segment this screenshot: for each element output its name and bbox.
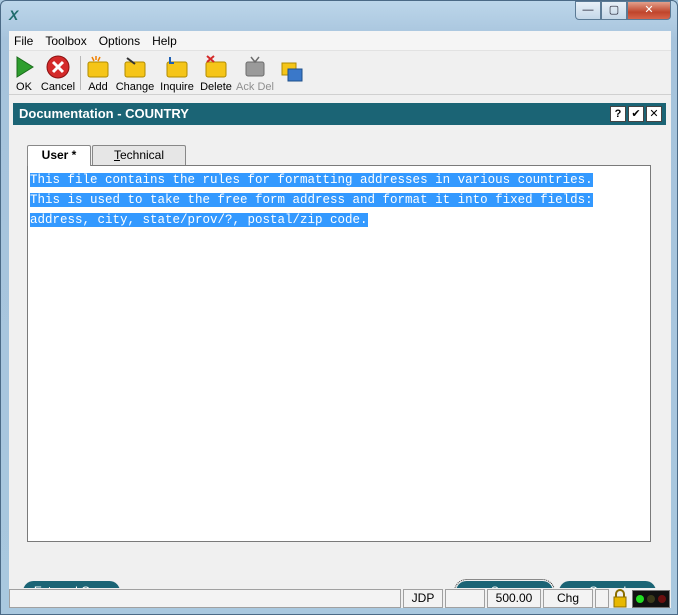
delete-button[interactable]: Delete (199, 52, 233, 95)
add-button[interactable]: Add (83, 52, 113, 95)
lock-icon (613, 589, 627, 608)
menu-options[interactable]: Options (93, 31, 146, 51)
change-label: Change (115, 81, 155, 93)
ok-button[interactable]: OK (9, 52, 39, 95)
delete-label: Delete (200, 81, 232, 93)
doc-line: This file contains the rules for formatt… (30, 170, 648, 190)
tv-disabled-icon (245, 56, 265, 77)
minimize-button[interactable]: — (575, 1, 601, 20)
doc-line-text: This file contains the rules for formatt… (30, 173, 593, 187)
inquire-label: Inquire (160, 81, 194, 93)
menu-help[interactable]: Help (146, 31, 183, 51)
folder-inquire-icon (166, 57, 188, 78)
check-icon[interactable]: ✔ (628, 106, 644, 122)
close-button[interactable]: ✕ (627, 1, 671, 20)
status-message (9, 589, 401, 608)
help-icon[interactable]: ? (610, 106, 626, 122)
client-area: File Toolbox Options Help OK Cancel Add … (9, 31, 671, 608)
window-controls: — ▢ ✕ (575, 1, 671, 21)
red-light-icon (657, 595, 666, 603)
yellow-light-icon (646, 595, 655, 603)
menu-bar: File Toolbox Options Help (9, 31, 671, 51)
documentation-textarea[interactable]: This file contains the rules for formatt… (27, 165, 651, 542)
toolbar: OK Cancel Add Change Inquire Delete Ack … (9, 52, 671, 95)
change-button[interactable]: Change (115, 52, 155, 95)
window-switch-button[interactable] (277, 52, 307, 95)
menu-toolbox[interactable]: Toolbox (39, 31, 92, 51)
status-small-cell (595, 589, 609, 608)
add-label: Add (88, 81, 108, 93)
title-bar[interactable]: X — ▢ ✕ (1, 1, 677, 31)
status-value: 500.00 (487, 589, 541, 608)
tab-technical-rest: echnical (119, 148, 165, 162)
panel-title: Documentation - COUNTRY ? ✔ ✕ (13, 103, 666, 125)
status-mode: Chg (543, 589, 593, 608)
cancel-icon (46, 55, 70, 79)
inquire-button[interactable]: Inquire (157, 52, 197, 95)
documentation-panel: Documentation - COUNTRY ? ✔ ✕ User * Tec… (13, 103, 666, 604)
app-window: X — ▢ ✕ File Toolbox Options Help OK Can… (0, 0, 678, 615)
status-bar: JDP 500.00 Chg (9, 588, 671, 608)
toolbar-separator (80, 56, 81, 90)
doc-line: This is used to take the free form addre… (30, 190, 648, 210)
status-lights (632, 590, 670, 608)
doc-line: address, city, state/prov/?, postal/zip … (30, 210, 648, 230)
folder-delete-icon (205, 55, 227, 78)
close-icon[interactable]: ✕ (646, 106, 662, 122)
folder-edit-icon (124, 57, 146, 78)
ok-label: OK (16, 81, 32, 93)
status-empty (445, 589, 485, 608)
ack-del-label: Ack Del (236, 81, 274, 93)
status-user: JDP (403, 589, 443, 608)
doc-line-text: This is used to take the free form addre… (30, 193, 593, 207)
panel-title-text: Documentation - COUNTRY (19, 106, 189, 121)
app-logo-icon[interactable]: X (9, 7, 25, 23)
ack-del-button[interactable]: Ack Del (235, 52, 275, 95)
tab-technical[interactable]: Technical (92, 145, 186, 165)
doc-line-text: address, city, state/prov/?, postal/zip … (30, 213, 368, 227)
menu-file[interactable]: File (9, 31, 39, 51)
windows-stack-icon (281, 62, 303, 82)
tab-user[interactable]: User * (27, 145, 91, 166)
panel-controls: ? ✔ ✕ (610, 106, 662, 122)
cancel-label: Cancel (40, 81, 76, 93)
play-icon (16, 56, 34, 78)
cancel-toolbar-button[interactable]: Cancel (39, 52, 77, 95)
folder-add-icon (87, 56, 109, 78)
maximize-button[interactable]: ▢ (601, 1, 627, 20)
green-light-icon (636, 595, 645, 603)
